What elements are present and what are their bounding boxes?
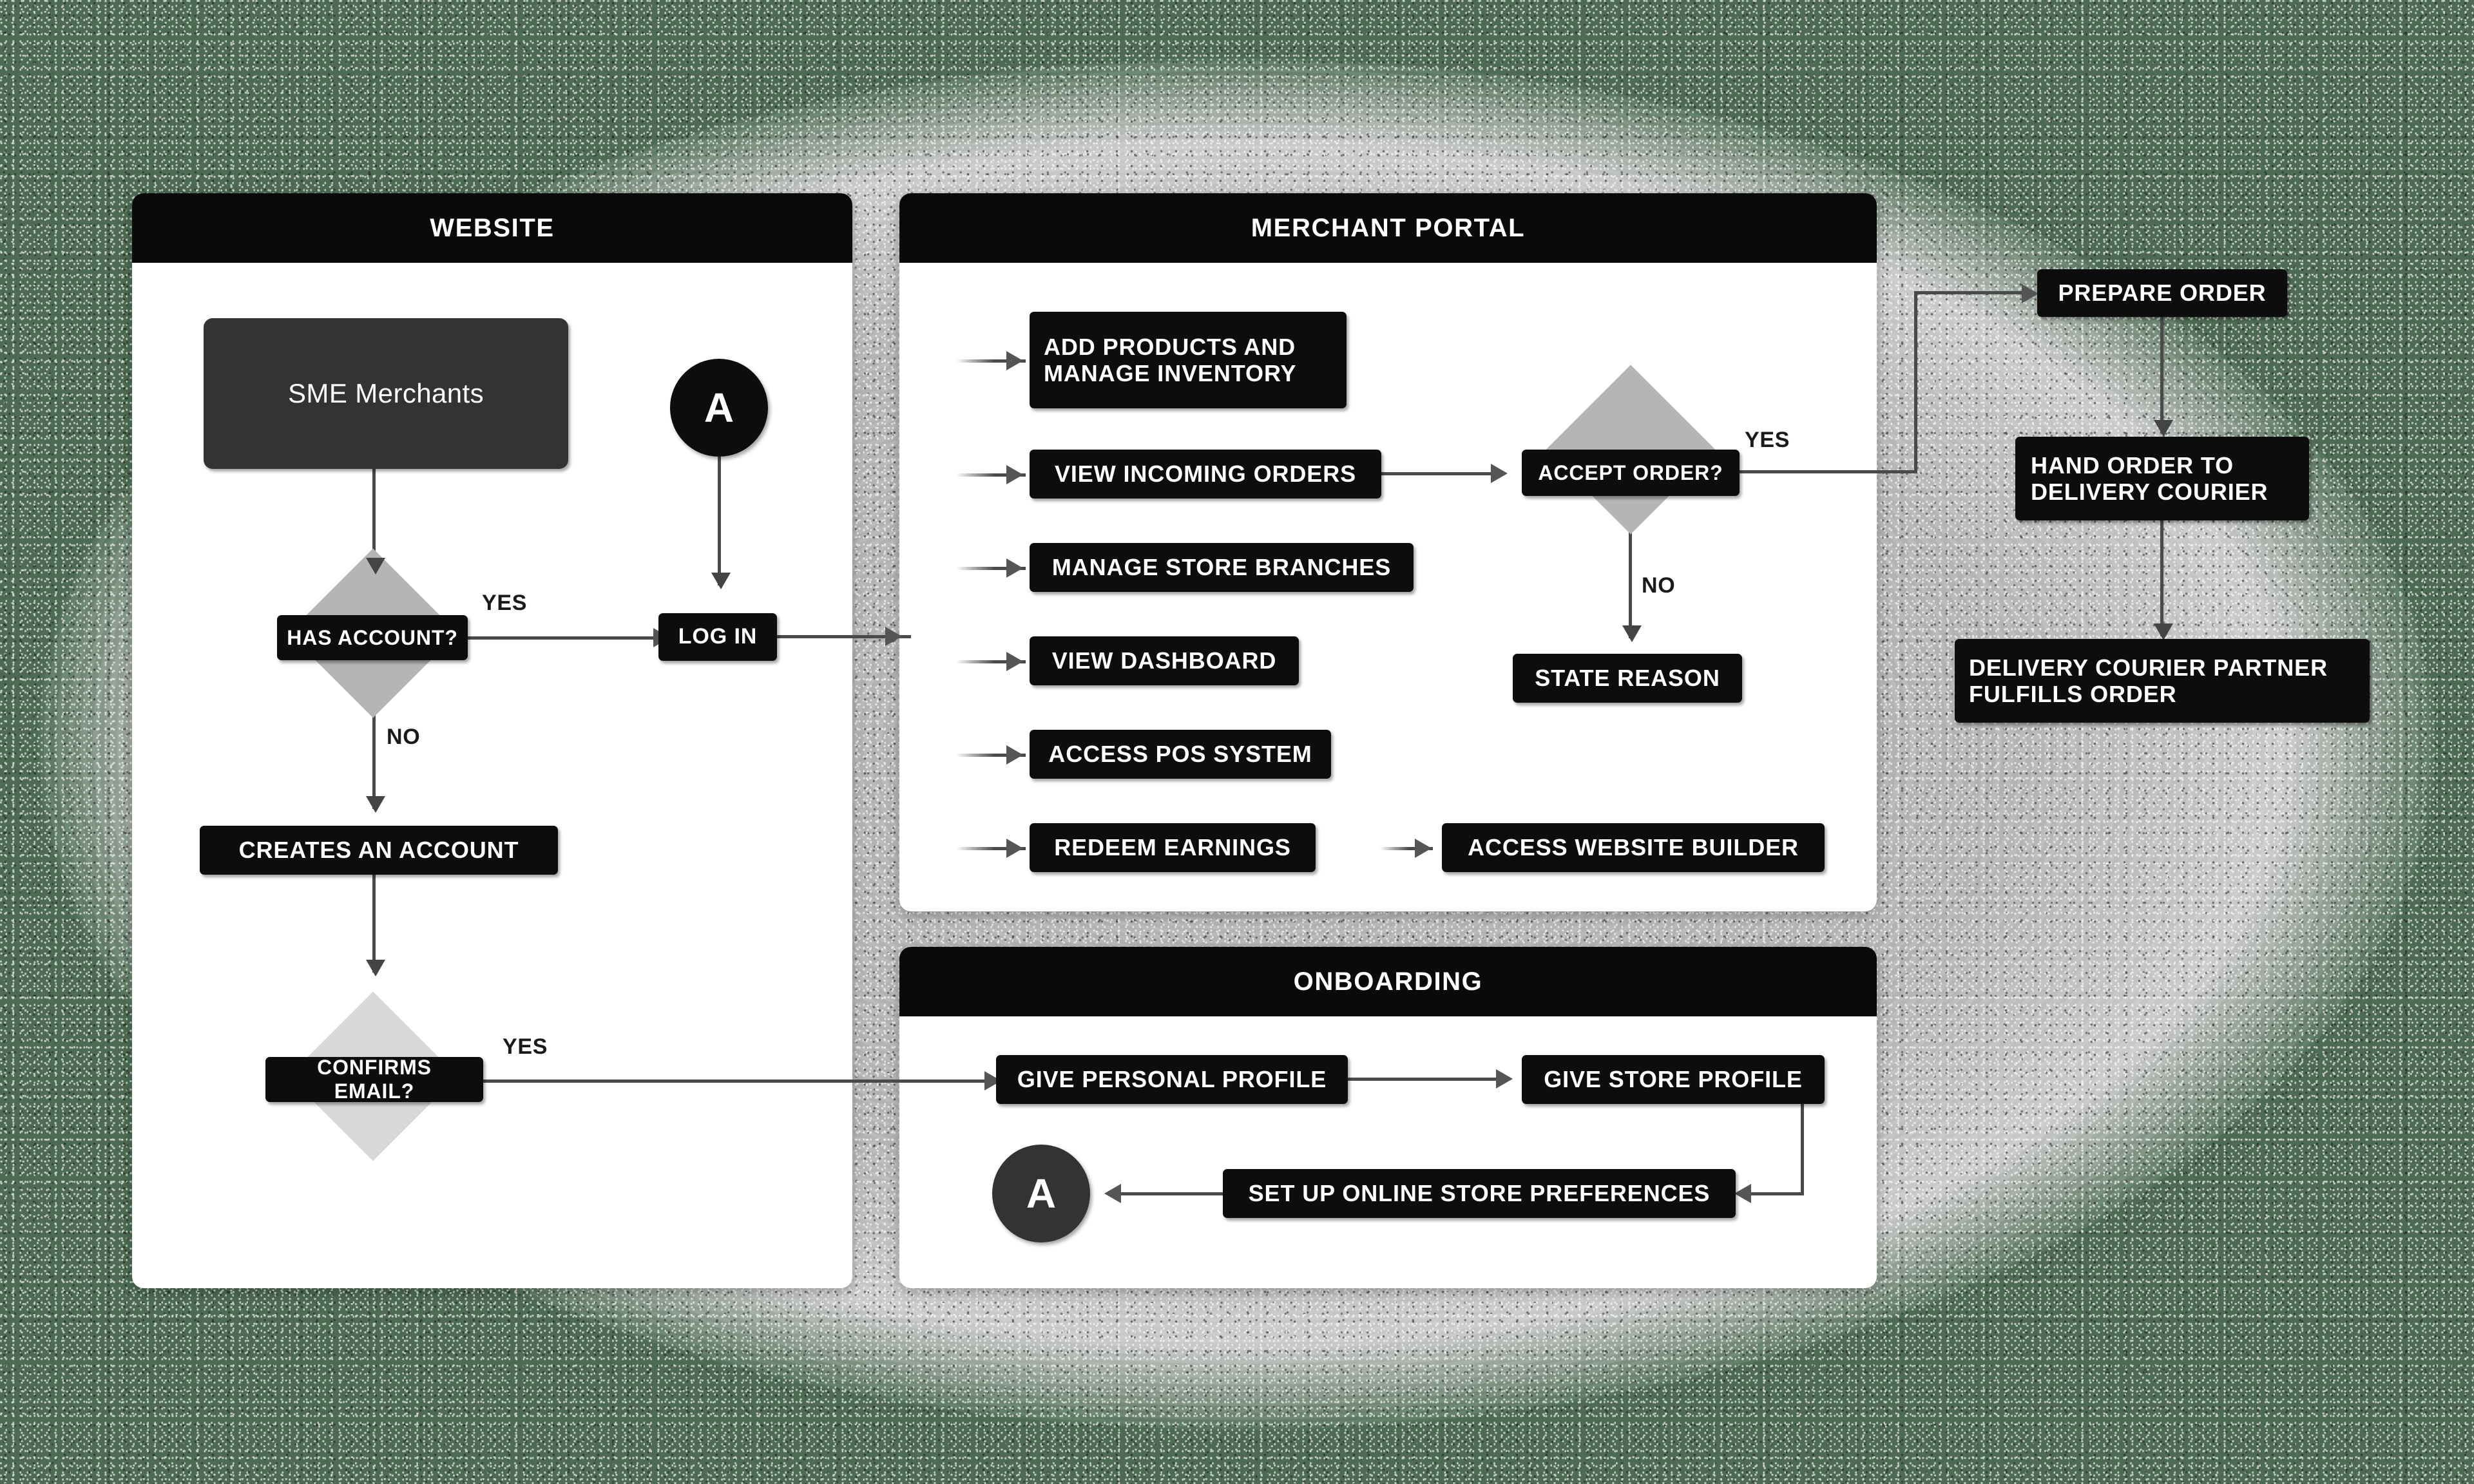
node-give-personal-profile[interactable]: GIVE PERSONAL PROFILE: [996, 1055, 1348, 1104]
line-accept-yes-1: [1740, 470, 1917, 473]
line-a-to-login: [718, 457, 721, 585]
arrow-orders-to-accept: [1491, 464, 1508, 483]
label-accept-order-no: NO: [1642, 573, 1676, 598]
stub-arrow-website-builder: [1415, 839, 1432, 858]
stub-arrow-item-3: [1006, 652, 1023, 671]
arrow-login-to-portal: [885, 627, 902, 646]
stub-arrow-item-1: [1006, 465, 1023, 484]
node-accept-order[interactable]: ACCEPT ORDER?: [1522, 450, 1740, 496]
node-view-incoming-orders[interactable]: VIEW INCOMING ORDERS: [1030, 450, 1381, 499]
stub-arrow-item-4: [1006, 745, 1023, 765]
node-hand-order-line2: DELIVERY COURIER: [2031, 479, 2268, 505]
node-delivery-courier-fulfills-order[interactable]: DELIVERY COURIER PARTNER FULFILLS ORDER: [1955, 639, 2370, 723]
line-hand-to-fulfills: [2160, 520, 2163, 636]
line-accept-yes-3: [1914, 291, 2030, 294]
line-orders-to-accept: [1381, 472, 1502, 475]
node-fulfills-line1: DELIVERY COURIER PARTNER: [1969, 654, 2328, 681]
node-hand-order-to-delivery-courier[interactable]: HAND ORDER TO DELIVERY COURIER: [2015, 437, 2309, 520]
label-accept-order-yes: YES: [1745, 428, 1790, 452]
node-access-website-builder[interactable]: ACCESS WEBSITE BUILDER: [1442, 823, 1825, 872]
arrow-accept-yes-to-prepare: [2022, 284, 2038, 303]
panel-website-title: WEBSITE: [132, 193, 852, 263]
arrow-a-to-login: [711, 573, 731, 589]
arrow-personal-to-store: [1496, 1069, 1513, 1089]
node-add-products-manage-inventory[interactable]: ADD PRODUCTS AND MANAGE INVENTORY: [1030, 312, 1347, 408]
node-give-store-profile[interactable]: GIVE STORE PROFILE: [1522, 1055, 1825, 1104]
arrow-hand-to-fulfills: [2154, 623, 2173, 640]
line-confirms-email-yes: [483, 1080, 993, 1083]
node-view-dashboard[interactable]: VIEW DASHBOARD: [1030, 636, 1299, 685]
arrow-into-preferences: [1734, 1184, 1751, 1203]
node-set-up-online-store-preferences[interactable]: SET UP ONLINE STORE PREFERENCES: [1223, 1169, 1736, 1218]
node-redeem-earnings[interactable]: REDEEM EARNINGS: [1030, 823, 1316, 872]
node-state-reason[interactable]: STATE REASON: [1513, 654, 1742, 703]
stub-arrow-item-0: [1006, 351, 1023, 370]
arrow-creates-to-confirm: [366, 960, 385, 976]
node-add-products-line2: MANAGE INVENTORY: [1044, 360, 1297, 386]
node-add-products-line1: ADD PRODUCTS AND: [1044, 333, 1296, 360]
line-store-profile-left: [1749, 1192, 1804, 1195]
node-manage-store-branches[interactable]: MANAGE STORE BRANCHES: [1030, 543, 1414, 592]
node-hand-order-line1: HAND ORDER TO: [2031, 452, 2234, 479]
label-has-account-yes: YES: [482, 591, 528, 615]
node-creates-an-account[interactable]: CREATES AN ACCOUNT: [200, 826, 558, 875]
arrow-prepare-to-hand: [2154, 420, 2173, 437]
line-store-profile-down: [1801, 1104, 1804, 1195]
connector-a-website[interactable]: A: [670, 359, 768, 457]
node-sme-merchants[interactable]: SME Merchants: [204, 318, 568, 469]
stub-arrow-item-5: [1006, 839, 1023, 858]
line-accept-yes-2: [1914, 293, 1917, 473]
panel-onboarding-title: ONBOARDING: [899, 947, 1877, 1016]
node-prepare-order[interactable]: PREPARE ORDER: [2037, 269, 2287, 317]
line-prepare-to-hand: [2160, 317, 2163, 433]
arrow-sme-to-decision: [366, 558, 385, 575]
arrow-preferences-to-a: [1104, 1184, 1121, 1203]
node-has-account[interactable]: HAS ACCOUNT?: [277, 615, 468, 660]
node-log-in[interactable]: LOG IN: [658, 613, 777, 661]
line-has-account-yes: [468, 636, 661, 640]
label-has-account-no: NO: [387, 725, 421, 749]
connector-a-onboarding[interactable]: A: [992, 1145, 1090, 1242]
label-confirms-email-yes: YES: [503, 1034, 548, 1059]
line-preferences-to-a: [1121, 1192, 1224, 1195]
line-creates-to-confirm: [372, 875, 376, 973]
node-fulfills-line2: FULFILLS ORDER: [1969, 681, 2177, 707]
panel-merchant-portal-title: MERCHANT PORTAL: [899, 193, 1877, 263]
node-confirms-email[interactable]: CONFIRMS EMAIL?: [265, 1056, 483, 1103]
arrow-accept-no: [1622, 625, 1642, 642]
stub-arrow-item-2: [1006, 558, 1023, 578]
arrow-has-account-no: [366, 796, 385, 813]
node-access-pos-system[interactable]: ACCESS POS SYSTEM: [1030, 730, 1331, 779]
line-personal-to-store: [1348, 1078, 1508, 1081]
